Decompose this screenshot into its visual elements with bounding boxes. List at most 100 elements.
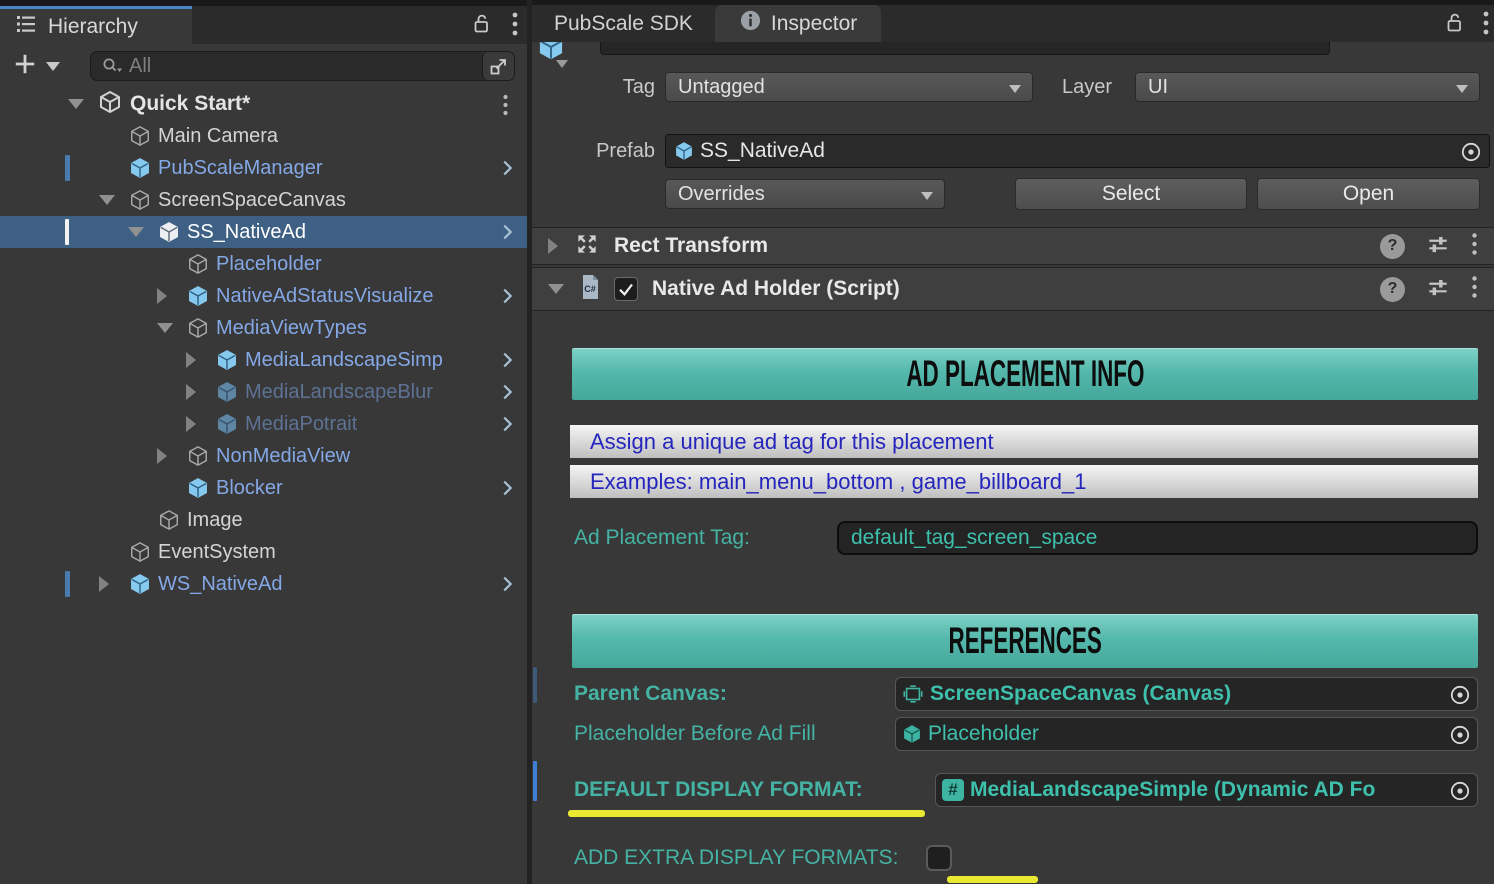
component-enabled-checkbox[interactable] — [614, 277, 638, 301]
hierarchy-item-medialandscapeblur[interactable]: MediaLandscapeBlur — [0, 376, 527, 408]
hierarchy-item-mediapotrait[interactable]: MediaPotrait — [0, 408, 527, 440]
hierarchy-item-label: PubScaleManager — [158, 157, 323, 180]
layer-label: Layer — [1060, 76, 1112, 99]
kebab-menu-icon[interactable] — [1471, 231, 1478, 262]
object-picker-icon[interactable] — [1459, 140, 1483, 169]
foldout-open-icon[interactable] — [548, 284, 564, 294]
scene-kebab-menu-icon[interactable] — [502, 93, 509, 122]
open-button[interactable]: Open — [1257, 178, 1480, 210]
foldout-open-icon[interactable] — [68, 99, 84, 109]
search-icon[interactable] — [91, 54, 125, 78]
hierarchy-item-blocker[interactable]: Blocker — [0, 472, 527, 504]
lock-icon[interactable] — [469, 11, 493, 42]
object-picker-icon[interactable] — [1448, 779, 1472, 807]
foldout-open-icon[interactable] — [99, 195, 115, 205]
hierarchy-item-medialandscapesimp[interactable]: MediaLandscapeSimp — [0, 344, 527, 376]
kebab-menu-icon[interactable] — [1482, 9, 1490, 42]
gameobject-prefab-icon[interactable] — [537, 42, 565, 62]
foldout-closed-icon[interactable] — [186, 384, 196, 400]
inspector-tabbar: PubScale SDK Inspector — [532, 0, 1494, 42]
hierarchy-item-ss-nativead[interactable]: SS_NativeAd — [0, 216, 527, 248]
select-button[interactable]: Select — [1015, 178, 1247, 210]
prefab-chevron-icon[interactable] — [496, 221, 518, 248]
prefab-chevron-icon[interactable] — [496, 413, 518, 440]
scene-header-row[interactable]: Quick Start* — [0, 88, 527, 120]
create-menu-button[interactable] — [12, 51, 60, 82]
tab-inspector[interactable]: Inspector — [715, 5, 881, 42]
presets-icon[interactable] — [1425, 231, 1451, 262]
tag-layer-row: Tag Untagged Layer UI — [532, 72, 1494, 102]
foldout-closed-icon[interactable] — [186, 416, 196, 432]
foldout-closed-icon[interactable] — [157, 448, 167, 464]
foldout-closed-icon[interactable] — [99, 576, 109, 592]
csharp-script-icon: C# — [578, 273, 602, 306]
hierarchy-item-nativeadstatusvisualize[interactable]: NativeAdStatusVisualize — [0, 280, 527, 312]
prefab-chevron-icon[interactable] — [496, 477, 518, 504]
references-banner-text: REFERENCES — [948, 620, 1101, 663]
svg-text:C#: C# — [584, 284, 596, 294]
gameobject-name-field[interactable] — [600, 42, 1330, 55]
hierarchy-item-eventsystem[interactable]: EventSystem — [0, 536, 527, 568]
rect-transform-header[interactable]: Rect Transform ? — [532, 227, 1494, 265]
tab-hierarchy[interactable]: Hierarchy — [0, 6, 192, 44]
hierarchy-panel: Hierarchy — [0, 0, 527, 884]
open-search-window-icon[interactable] — [482, 52, 514, 80]
prefab-chevron-icon[interactable] — [496, 349, 518, 376]
foldout-closed-icon[interactable] — [186, 352, 196, 368]
object-picker-icon[interactable] — [1448, 723, 1472, 751]
canvas-icon — [902, 683, 924, 705]
hierarchy-item-main-camera[interactable]: Main Camera — [0, 120, 527, 152]
yellow-underline-1 — [568, 810, 925, 817]
extra-formats-checkbox[interactable] — [926, 845, 952, 871]
parent-canvas-field[interactable]: ScreenSpaceCanvas (Canvas) — [895, 677, 1478, 711]
hierarchy-item-ws-nativead[interactable]: WS_NativeAd — [0, 568, 527, 600]
hierarchy-item-mediaviewtypes[interactable]: MediaViewTypes — [0, 312, 527, 344]
plus-icon — [12, 51, 38, 82]
prefab-chevron-icon[interactable] — [496, 381, 518, 408]
native-ad-holder-header[interactable]: C# Native Ad Holder (Script) ? — [532, 267, 1494, 311]
prefab-override-bar — [65, 155, 70, 181]
presets-icon[interactable] — [1425, 274, 1451, 305]
lock-icon[interactable] — [1442, 10, 1466, 41]
gameobject-cube-icon — [158, 509, 180, 531]
object-picker-icon[interactable] — [1448, 683, 1472, 711]
unity-scene-icon — [98, 90, 122, 119]
parent-canvas-row: Parent Canvas: ScreenSpaceCanvas (Canvas… — [532, 677, 1494, 711]
overrides-dropdown[interactable]: Overrides — [665, 179, 945, 209]
ad-tag-input[interactable] — [837, 521, 1478, 555]
hierarchy-item-screenspacecanvas[interactable]: ScreenSpaceCanvas — [0, 184, 527, 216]
prefab-object-field[interactable]: SS_NativeAd — [665, 134, 1490, 168]
prefab-chevron-icon[interactable] — [496, 285, 518, 312]
tag-value: Untagged — [678, 76, 765, 99]
hierarchy-item-image[interactable]: Image — [0, 504, 527, 536]
blue-cube-icon — [674, 141, 694, 161]
tag-dropdown[interactable]: Untagged — [665, 72, 1033, 102]
default-format-value: MediaLandscapeSimple (Dynamic AD Fo — [970, 778, 1375, 802]
chevron-down-icon[interactable] — [556, 60, 568, 68]
foldout-closed-icon[interactable] — [548, 238, 558, 254]
hierarchy-item-nonmediaview[interactable]: NonMediaView — [0, 440, 527, 472]
foldout-open-icon[interactable] — [157, 323, 173, 333]
search-input[interactable] — [125, 55, 482, 78]
overrides-label: Overrides — [678, 183, 765, 206]
prefab-cube-icon — [129, 157, 151, 179]
hierarchy-tab-label: Hierarchy — [48, 15, 138, 39]
tab-pubscale-sdk[interactable]: PubScale SDK — [532, 5, 715, 42]
prefab-chevron-icon[interactable] — [496, 573, 518, 600]
hierarchy-item-label: SS_NativeAd — [187, 221, 306, 244]
hierarchy-item-placeholder[interactable]: Placeholder — [0, 248, 527, 280]
hierarchy-tabbar: Hierarchy — [0, 0, 527, 44]
hierarchy-item-pubscalemanager[interactable]: PubScaleManager — [0, 152, 527, 184]
foldout-open-icon[interactable] — [128, 227, 144, 237]
inspector-panel: PubScale SDK Inspector — [532, 0, 1494, 884]
placeholder-field[interactable]: Placeholder — [895, 717, 1478, 751]
prefab-buttons-row: Overrides Select Open — [532, 178, 1494, 210]
foldout-closed-icon[interactable] — [157, 288, 167, 304]
kebab-menu-icon[interactable] — [1471, 274, 1478, 305]
layer-dropdown[interactable]: UI — [1135, 72, 1480, 102]
help-icon[interactable]: ? — [1380, 277, 1405, 302]
default-format-field[interactable]: # MediaLandscapeSimple (Dynamic AD Fo — [935, 773, 1478, 807]
prefab-chevron-icon[interactable] — [496, 157, 518, 184]
help-icon[interactable]: ? — [1380, 234, 1405, 259]
kebab-menu-icon[interactable] — [511, 10, 519, 43]
